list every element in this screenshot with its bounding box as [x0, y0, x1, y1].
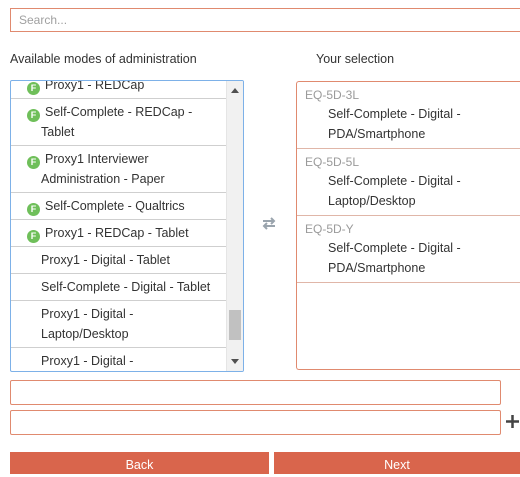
list-item-label: Proxy1 - Digital - Laptop/Desktop — [41, 307, 134, 341]
list-item-label: Proxy1 Interviewer Administration - Pape… — [41, 152, 165, 186]
list-item-label: Self-Complete - REDCap - Tablet — [41, 105, 193, 139]
list-item[interactable]: F Proxy1 - REDCap - Tablet — [11, 220, 227, 247]
selection-group: EQ-5D-3L Self-Complete - Digital - PDA/Sm… — [297, 82, 520, 149]
text-field-1[interactable] — [10, 380, 501, 405]
your-selection-label: Your selection — [316, 52, 395, 66]
instrument-code: EQ-5D-Y — [305, 222, 354, 236]
list-item[interactable]: Proxy1 - Digital - Tablet — [11, 247, 227, 274]
flag-badge-icon: F — [27, 230, 40, 243]
available-modes-list[interactable]: F Proxy1 - REDCap F Self-Complete - REDCap … — [10, 80, 244, 372]
list-item-label: Proxy1 - REDCap - Tablet — [45, 226, 189, 240]
instrument-code: EQ-5D-3L — [305, 88, 360, 102]
list-item-label: Proxy1 - Digital - — [41, 354, 134, 368]
selected-mode[interactable]: Self-Complete - Digital - PDA/Smartphone — [297, 238, 520, 278]
list-item[interactable]: Proxy1 - Digital - Laptop/Desktop — [11, 301, 227, 348]
list-item[interactable]: F Proxy1 Interviewer Administration - Pap… — [11, 146, 227, 193]
selection-group: EQ-5D-5L Self-Complete - Digital - Laptop… — [297, 149, 520, 216]
selection-group: EQ-5D-Y Self-Complete - Digital - PDA/Sma… — [297, 216, 520, 283]
available-modes-label: Available modes of administration — [10, 52, 197, 66]
text-field-2[interactable] — [10, 410, 501, 435]
flag-badge-icon: F — [27, 156, 40, 169]
list-item[interactable]: F Self-Complete - REDCap - Tablet — [11, 99, 227, 146]
selection-list[interactable]: EQ-5D-3L Self-Complete - Digital - PDA/Sm… — [296, 81, 520, 370]
list-item[interactable]: F Self-Complete - Qualtrics — [11, 193, 227, 220]
list-item[interactable]: Self-Complete - Digital - Tablet — [11, 274, 227, 301]
scroll-up-arrow-icon[interactable] — [231, 88, 239, 93]
list-item-label: Proxy1 - Digital - Tablet — [41, 253, 170, 267]
list-item[interactable]: F Proxy1 - REDCap — [11, 80, 227, 99]
list-item[interactable]: Proxy1 - Digital - — [11, 348, 227, 371]
scrollbar-thumb[interactable] — [229, 310, 241, 340]
scroll-down-arrow-icon[interactable] — [231, 359, 239, 364]
next-button[interactable]: Next — [274, 452, 520, 474]
back-button[interactable]: Back — [10, 452, 269, 474]
swap-arrows-icon[interactable] — [259, 216, 279, 230]
list-item-label: Proxy1 - REDCap — [45, 80, 145, 92]
flag-badge-icon: F — [27, 109, 40, 122]
instrument-code: EQ-5D-5L — [305, 155, 360, 169]
list-item-label: Self-Complete - Digital - Tablet — [41, 280, 211, 294]
flag-badge-icon: F — [27, 82, 40, 95]
plus-icon[interactable] — [505, 414, 520, 429]
flag-badge-icon: F — [27, 203, 40, 216]
selected-mode[interactable]: Self-Complete - Digital - PDA/Smartphone — [297, 104, 520, 144]
scrollbar[interactable] — [226, 81, 243, 371]
search-input[interactable] — [10, 8, 520, 32]
list-item-label: Self-Complete - Qualtrics — [45, 199, 185, 213]
selected-mode[interactable]: Self-Complete - Digital - Laptop/Desktop — [297, 171, 520, 211]
